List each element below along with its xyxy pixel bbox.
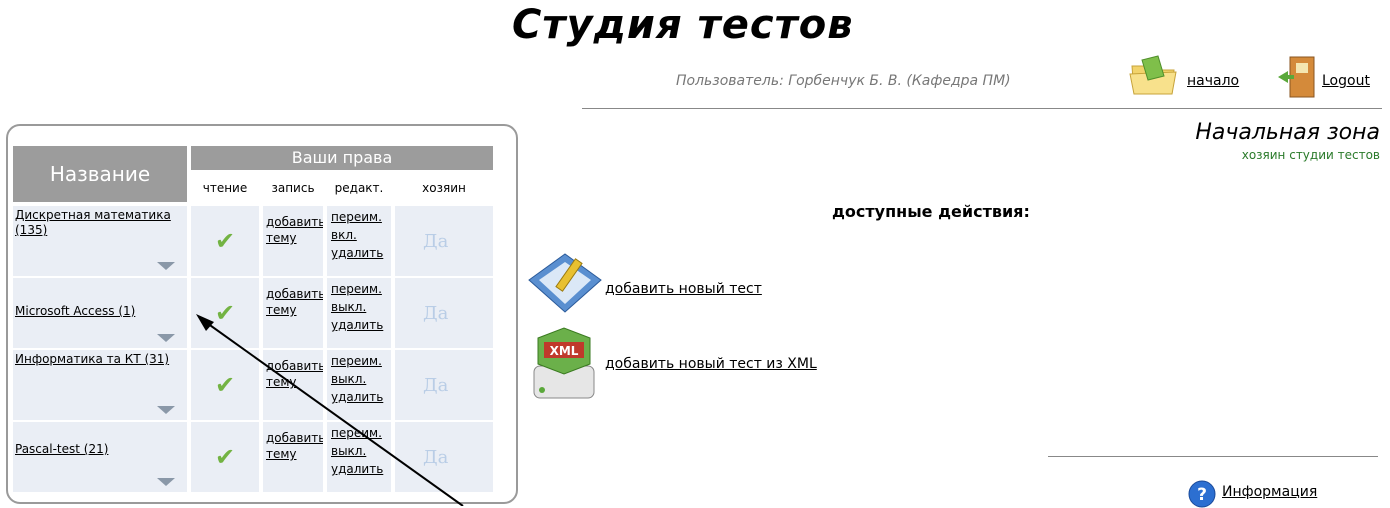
table-row: Дискретная математика (135) ✔ добавить т… (13, 206, 493, 276)
folder-home-icon[interactable] (1128, 54, 1178, 98)
expand-triangle-icon[interactable] (157, 334, 175, 342)
toggle-link[interactable]: выкл. (331, 442, 383, 460)
toggle-link[interactable]: выкл. (331, 298, 383, 316)
check-icon: ✔ (214, 227, 236, 255)
topic-link[interactable]: Pascal-test (21) (15, 442, 183, 457)
subheader-write: запись (263, 174, 323, 202)
add-test-link[interactable]: добавить новый тест (605, 281, 762, 297)
write-cell: добавить тему (263, 278, 323, 348)
actions-heading: доступные действия: (832, 202, 1030, 221)
read-cell: ✔ (191, 350, 259, 420)
read-cell: ✔ (191, 278, 259, 348)
delete-link[interactable]: удалить (331, 244, 383, 262)
owner-cell: Да (395, 206, 493, 276)
delete-link[interactable]: удалить (331, 388, 383, 406)
add-theme-link[interactable]: добавить тему (266, 430, 323, 462)
logout-door-icon[interactable] (1276, 55, 1322, 99)
toggle-link[interactable]: вкл. (331, 226, 383, 244)
topic-name-cell: Информатика та КТ (31) (13, 350, 187, 420)
expand-triangle-icon[interactable] (157, 478, 175, 486)
owner-value: Да (423, 446, 449, 468)
subheader-owner: хозяин (395, 174, 493, 202)
table-row: Информатика та КТ (31) ✔ добавить тему п… (13, 350, 493, 420)
column-header-name: Название (13, 146, 187, 202)
topic-name-cell: Microsoft Access (1) (13, 278, 187, 348)
topic-link[interactable]: Информатика та КТ (31) (15, 352, 183, 367)
add-test-xml-link[interactable]: добавить новый тест из XML (605, 356, 817, 372)
svg-text:XML: XML (550, 344, 579, 358)
add-theme-link[interactable]: добавить тему (266, 286, 323, 318)
owner-value: Да (423, 374, 449, 396)
start-link[interactable]: начало (1187, 73, 1239, 89)
topic-name-cell: Дискретная математика (135) (13, 206, 187, 276)
table-row: Pascal-test (21) ✔ добавить тему переим.… (13, 422, 493, 492)
delete-link[interactable]: удалить (331, 316, 383, 334)
header-divider (582, 108, 1382, 109)
page-title: Студия тестов (512, 2, 854, 48)
read-cell: ✔ (191, 422, 259, 492)
logout-link[interactable]: Logout (1322, 73, 1370, 89)
delete-link[interactable]: удалить (331, 460, 383, 478)
check-icon: ✔ (214, 299, 236, 327)
owner-cell: Да (395, 278, 493, 348)
check-icon: ✔ (214, 371, 236, 399)
edit-cell: переим. выкл. удалить (327, 422, 391, 492)
owner-value: Да (423, 230, 449, 252)
write-cell: добавить тему (263, 206, 323, 276)
user-info: Пользователь: Горбенчук Б. В. (Кафедра П… (676, 73, 1011, 89)
subheader-edit: редакт. (327, 174, 391, 202)
edit-cell: переим. вкл. удалить (327, 206, 391, 276)
add-theme-link[interactable]: добавить тему (266, 358, 323, 390)
footer-divider (1048, 456, 1378, 457)
owner-cell: Да (395, 350, 493, 420)
help-icon[interactable]: ? (1188, 480, 1216, 508)
zone-subtitle: хозяин студии тестов (1241, 148, 1380, 162)
edit-cell: переим. выкл. удалить (327, 278, 391, 348)
xml-import-icon[interactable]: XML (528, 326, 600, 402)
table-row: Microsoft Access (1) ✔ добавить тему пер… (13, 278, 493, 348)
write-cell: добавить тему (263, 350, 323, 420)
rename-link[interactable]: переим. (331, 424, 383, 442)
topic-name-cell: Pascal-test (21) (13, 422, 187, 492)
rename-link[interactable]: переим. (331, 352, 383, 370)
rename-link[interactable]: переим. (331, 208, 383, 226)
check-icon: ✔ (214, 443, 236, 471)
topic-link[interactable]: Microsoft Access (1) (15, 304, 183, 319)
owner-value: Да (423, 302, 449, 324)
subheader-read: чтение (191, 174, 259, 202)
zone-title: Начальная зона (1195, 120, 1380, 145)
svg-text:?: ? (1197, 485, 1207, 505)
edit-cell: переим. выкл. удалить (327, 350, 391, 420)
write-cell: добавить тему (263, 422, 323, 492)
expand-triangle-icon[interactable] (157, 262, 175, 270)
owner-cell: Да (395, 422, 493, 492)
read-cell: ✔ (191, 206, 259, 276)
add-theme-link[interactable]: добавить тему (266, 214, 323, 246)
new-test-icon[interactable] (525, 250, 605, 318)
column-header-rights: Ваши права (191, 146, 493, 170)
expand-triangle-icon[interactable] (157, 406, 175, 414)
toggle-link[interactable]: выкл. (331, 370, 383, 388)
topic-link[interactable]: Дискретная математика (135) (15, 208, 183, 238)
rename-link[interactable]: переим. (331, 280, 383, 298)
info-link[interactable]: Информация (1222, 484, 1317, 500)
